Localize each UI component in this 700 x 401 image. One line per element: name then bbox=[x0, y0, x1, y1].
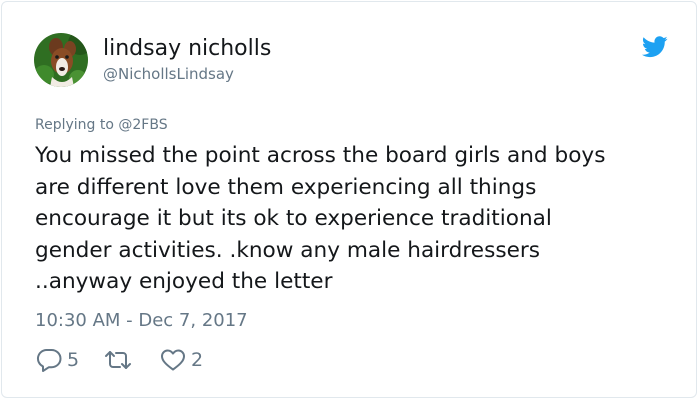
tweet-card: lindsay nicholls @NichollsLindsay Replyi… bbox=[1, 1, 697, 398]
like-button[interactable]: 2 bbox=[160, 347, 203, 373]
retweet-button[interactable] bbox=[104, 348, 160, 372]
tweet-text-line: gender activities. .know any male hairdr… bbox=[35, 237, 540, 263]
avatar[interactable] bbox=[34, 33, 88, 87]
avatar-image bbox=[34, 33, 88, 87]
reply-count: 5 bbox=[67, 349, 80, 371]
retweet-arrows-icon bbox=[105, 351, 131, 369]
tweet-text-line: encourage it but its ok to experience tr… bbox=[35, 206, 552, 231]
reply-context: Replying to @2FBS bbox=[35, 115, 168, 135]
heart-icon bbox=[161, 349, 185, 371]
reply-button[interactable]: 5 bbox=[36, 347, 104, 373]
tweet-text-line: ..anyway enjoyed the letter bbox=[35, 269, 333, 294]
tweet-text: You missed the point across the board gi… bbox=[35, 140, 685, 298]
reply-mention-link[interactable]: @2FBS bbox=[118, 117, 167, 133]
reply-context-prefix: Replying to bbox=[35, 117, 114, 133]
tweet-timestamp[interactable]: 10:30 AM - Dec 7, 2017 bbox=[35, 308, 248, 334]
tweet-text-line: You missed the point across the board gi… bbox=[35, 143, 606, 168]
tweet-text-line: are different love them experiencing all… bbox=[35, 174, 537, 200]
tweet-actions: 5 2 bbox=[36, 346, 203, 374]
twitter-logo-icon[interactable] bbox=[642, 36, 668, 58]
user-handle[interactable]: @NichollsLindsay bbox=[103, 63, 234, 85]
like-count: 2 bbox=[191, 349, 204, 371]
reply-bubble-icon bbox=[36, 349, 62, 372]
display-name[interactable]: lindsay nicholls bbox=[103, 34, 271, 64]
